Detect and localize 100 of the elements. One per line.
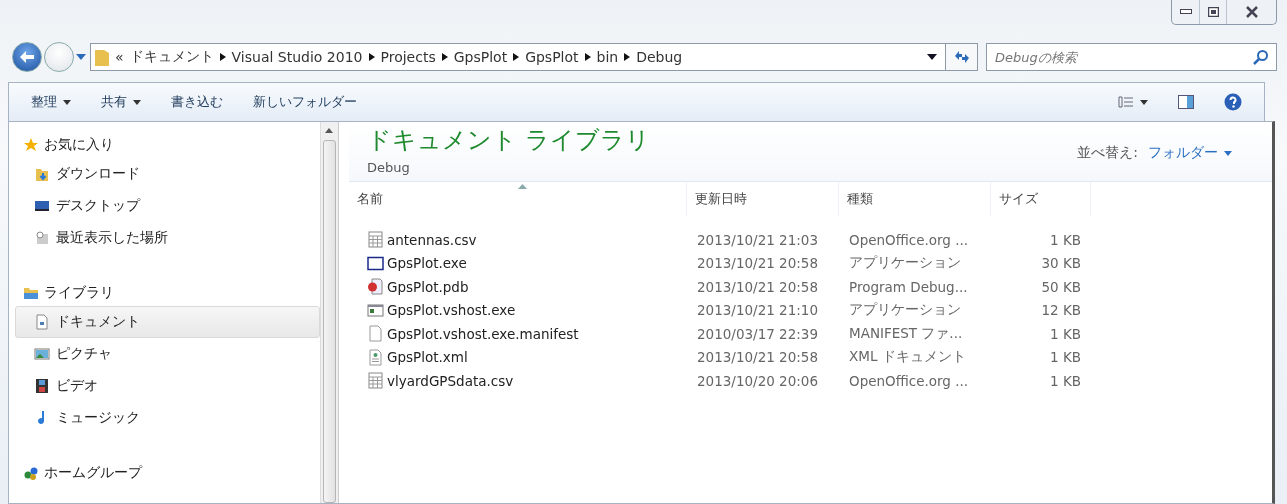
column-header[interactable]: 種類	[839, 182, 991, 216]
date-cell-text: 2013/10/20 20:06	[696, 371, 819, 391]
spreadsheet-file-icon	[367, 372, 384, 390]
date-cell-text: 2010/03/17 22:39	[696, 324, 819, 344]
file-name-cell[interactable]: antennas.csv	[349, 228, 687, 252]
scroll-thumb[interactable]	[323, 140, 336, 503]
size-cell-text: 1 KB	[1049, 348, 1082, 368]
breadcrumb[interactable]: GpsPlot	[525, 49, 579, 65]
file-name-cell[interactable]: GpsPlot.pdb	[349, 275, 687, 299]
caret-icon	[133, 99, 141, 105]
download-folder-icon	[34, 166, 50, 182]
chevron-icon	[441, 53, 448, 61]
date-cell-text: 2013/10/21 21:03	[696, 230, 819, 250]
sidebar-item[interactable]: ミュージック	[15, 402, 320, 434]
document-file-icon	[367, 348, 384, 366]
monitor-icon	[34, 198, 50, 214]
toolbar-button[interactable]: 整理	[19, 89, 83, 115]
file-name-cell[interactable]: GpsPlot.exe	[349, 251, 687, 275]
toolbar-button[interactable]: 共有	[89, 89, 153, 115]
caret-icon[interactable]	[927, 54, 937, 60]
type-cell-text: XML ドキュメント	[848, 347, 967, 367]
breadcrumb[interactable]: Visual Studio 2010	[231, 49, 363, 65]
search-icon[interactable]	[1253, 49, 1269, 65]
toolbar-button[interactable]: 新しいフォルダー	[241, 89, 369, 115]
network-icon	[23, 465, 39, 481]
file-name-cell[interactable]: GpsPlot.vshost.exe.manifest	[349, 322, 687, 346]
file-name-cell[interactable]: GpsPlot.xml	[349, 345, 687, 369]
date-cell-text: 2013/10/21 20:58	[696, 254, 819, 274]
type-cell-text: アプリケーション	[848, 253, 962, 273]
arrange-dropdown[interactable]: フォルダー	[1148, 144, 1232, 162]
list-view-icon	[1118, 96, 1134, 108]
address-bar[interactable]: « ドキュメント Visual Studio 2010 Projects GpsPlot GpsPlot bin Debug	[90, 43, 946, 71]
type-cell-text: MANIFEST ファ...	[848, 323, 964, 343]
refresh-arrows-icon	[952, 50, 971, 64]
window-icon	[367, 254, 384, 272]
file-name-cell[interactable]: vlyardGPSdata.csv	[349, 369, 687, 393]
type-cell-text: OpenOffice.org ...	[848, 230, 970, 250]
date-cell-text: 2013/10/21 21:10	[696, 301, 819, 321]
folder-icon	[23, 285, 39, 301]
blank-file-icon	[367, 325, 384, 343]
sidebar-item[interactable]: ダウンロード	[15, 158, 320, 190]
breadcrumb[interactable]: Projects	[380, 49, 436, 65]
column-header[interactable]: 名前	[349, 182, 687, 216]
type-cell-text: OpenOffice.org ...	[848, 371, 970, 391]
folder-icon	[95, 48, 109, 66]
sidebar-group[interactable]: ライブラリ	[23, 280, 320, 306]
document-icon	[34, 314, 50, 330]
size-cell-text: 30 KB	[1040, 254, 1082, 274]
caret-icon	[1224, 150, 1232, 156]
caret-icon	[1140, 99, 1148, 105]
size-cell-text: 50 KB	[1040, 277, 1082, 297]
breadcrumb[interactable]: Debug	[636, 49, 683, 65]
arrange-label: 並べ替え:	[1077, 144, 1138, 162]
picture-icon	[34, 346, 50, 362]
search-field[interactable]: Debugの検索	[986, 43, 1277, 71]
breadcrumb[interactable]: GpsPlot	[453, 49, 508, 65]
caret-icon	[63, 99, 71, 105]
refresh-button[interactable]	[946, 43, 978, 71]
star-icon	[23, 137, 39, 153]
breadcrumb[interactable]: bin	[596, 49, 619, 65]
help-icon	[1224, 93, 1242, 111]
spreadsheet-file-icon	[367, 231, 384, 249]
close-icon	[1244, 6, 1259, 18]
maximize-icon	[1207, 7, 1219, 17]
toolbar-button[interactable]: 書き込む	[159, 89, 235, 115]
sidebar-item[interactable]: ピクチャ	[15, 338, 320, 370]
sidebar-item[interactable]: ビデオ	[15, 370, 320, 402]
scrollbar[interactable]	[320, 122, 339, 503]
sidebar-group[interactable]: お気に入り	[23, 132, 320, 158]
scroll-up-icon[interactable]	[325, 128, 333, 133]
chevron-icon	[513, 53, 520, 61]
sidebar-item[interactable]: 最近表示した場所	[15, 222, 320, 254]
type-cell-text: アプリケーション	[848, 300, 962, 320]
date-cell-text: 2013/10/21 20:58	[696, 277, 819, 297]
library-title: ドキュメント ライブラリ	[367, 125, 650, 156]
chevron-icon	[368, 53, 375, 61]
film-icon	[34, 378, 50, 394]
pane-icon	[1178, 95, 1194, 109]
back-arrow-icon	[19, 50, 35, 64]
sidebar-item[interactable]: デスクトップ	[15, 190, 320, 222]
sort-arrow-icon	[517, 184, 527, 189]
history-dropdown-icon[interactable]	[76, 54, 86, 60]
debug-file-icon	[367, 278, 384, 296]
file-name-cell[interactable]: GpsPlot.vshost.exe	[349, 298, 687, 322]
breadcrumb[interactable]: ドキュメント	[129, 48, 214, 66]
size-cell-text: 12 KB	[1040, 301, 1082, 321]
column-header[interactable]: 更新日時	[687, 182, 839, 216]
application-window-icon	[367, 301, 384, 319]
overflow-crumb[interactable]: «	[115, 49, 124, 65]
back-button[interactable]	[12, 42, 42, 72]
chevron-icon	[219, 53, 226, 61]
size-cell-text: 1 KB	[1049, 230, 1082, 250]
sidebar-item[interactable]: ドキュメント	[15, 306, 320, 338]
type-cell-text: Program Debug...	[848, 277, 969, 297]
library-subtitle: Debug	[367, 160, 411, 175]
sidebar-group[interactable]: ホームグループ	[23, 460, 320, 486]
chevron-icon	[584, 53, 591, 61]
size-cell-text: 1 KB	[1049, 371, 1082, 391]
column-header[interactable]: サイズ	[991, 182, 1091, 216]
date-cell-text: 2013/10/21 20:58	[696, 348, 819, 368]
